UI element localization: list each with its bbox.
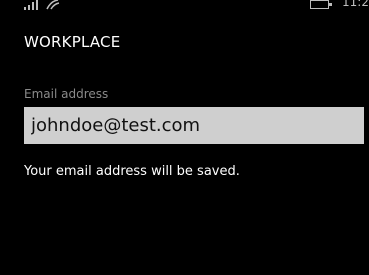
status-time: 11:25 [342,0,369,9]
email-field-label: Email address [24,87,109,101]
status-bar: 11:25 [0,0,369,12]
signal-strength-icon [24,0,38,10]
email-field[interactable] [24,107,364,144]
wifi-icon [46,0,60,10]
battery-icon [310,0,332,9]
helper-text: Your email address will be saved. [24,164,240,179]
page-title: WORKPLACE [24,33,121,51]
